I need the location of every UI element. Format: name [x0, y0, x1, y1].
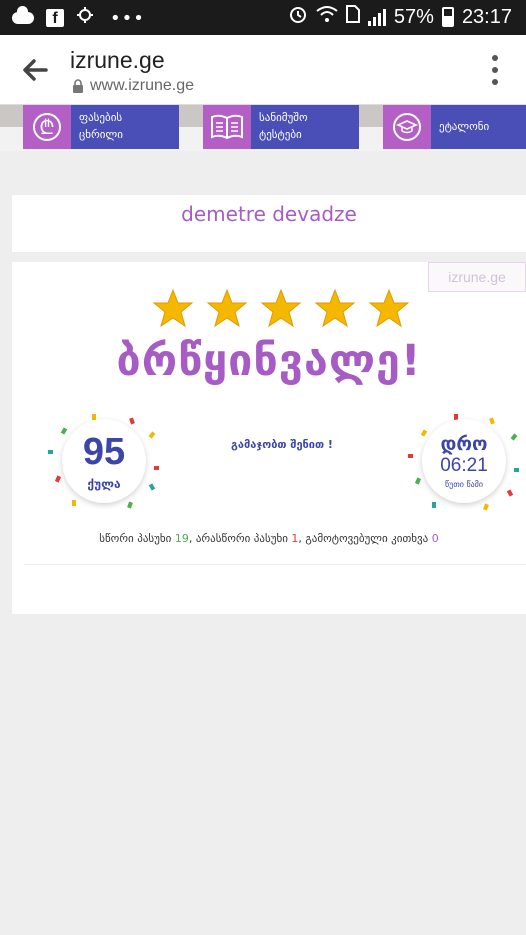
- star-icon: [153, 289, 193, 327]
- congrats-text: გამაჯობთ შენით !: [231, 438, 333, 451]
- nav-item-sample-tests[interactable]: სანიმუშო ტესტები: [203, 105, 359, 149]
- user-card: demetre devadze: [12, 195, 526, 252]
- skipped-label: , გამოტოვებული კითხვა: [298, 532, 429, 545]
- browser-toolbar: izrune.ge www.izrune.ge: [0, 35, 526, 105]
- nav-item-label: ეტალონი: [439, 120, 490, 133]
- nav-item-prices[interactable]: ₾ ფასების ცხრილი: [23, 105, 179, 149]
- star-icon: [369, 289, 409, 327]
- result-headline: ბრწყინვალე!: [116, 336, 422, 386]
- page-title: izrune.ge: [70, 47, 165, 73]
- wrong-label: , არასწორი პასუხი: [188, 532, 288, 545]
- star-icon: [315, 289, 355, 327]
- nav-item-label: ფასების ცხრილი: [79, 111, 123, 141]
- back-arrow-icon: [23, 59, 48, 81]
- signal-icon: [367, 8, 386, 26]
- star-icon: [207, 289, 247, 327]
- sim-icon: [345, 5, 360, 29]
- status-bar: f ••• 57% 23:17: [0, 0, 526, 35]
- skipped-count: 0: [431, 532, 439, 545]
- result-card: izrune.ge ბრწყინვალე! 95 ქულა გამაჯობთ შ…: [12, 262, 526, 614]
- user-name: demetre devadze: [181, 202, 357, 226]
- battery-icon: [441, 7, 454, 27]
- weather-icon: [76, 6, 98, 30]
- back-button[interactable]: [18, 53, 52, 87]
- rating-stars: [153, 289, 409, 327]
- svg-text:₾: ₾: [39, 115, 54, 139]
- score-badge: 95 ქულა: [62, 419, 146, 503]
- overflow-menu-button[interactable]: [490, 55, 500, 85]
- lari-icon: ₾: [23, 105, 71, 149]
- time-value: 06:21: [440, 455, 488, 476]
- url-text[interactable]: www.izrune.ge: [90, 77, 194, 95]
- divider: [24, 564, 526, 565]
- cloud-icon: [12, 6, 34, 24]
- correct-count: 19: [174, 532, 189, 545]
- alarm-icon: [288, 4, 308, 30]
- nav-item-etalon[interactable]: ეტალონი: [383, 105, 526, 149]
- score-unit: ქულა: [87, 477, 121, 491]
- wifi-icon: [316, 5, 338, 29]
- watermark-label: izrune.ge: [428, 262, 526, 292]
- score-value: 95: [82, 431, 126, 473]
- correct-label: სწორი პასუხი: [99, 532, 172, 545]
- menu-dot-icon: [492, 79, 498, 85]
- cap-icon: [383, 105, 431, 149]
- facebook-icon: f: [46, 9, 64, 27]
- star-icon: [261, 289, 301, 327]
- time-unit: წუთი წამი: [445, 480, 483, 489]
- book-icon: [203, 105, 251, 149]
- lock-icon: [73, 79, 83, 93]
- nav-strip: ₾ ფასების ცხრილი სანიმუშო ტესტები ეტალონ…: [0, 105, 526, 151]
- more-icon: •••: [110, 7, 145, 29]
- nav-item-label: სანიმუშო ტესტები: [259, 111, 308, 141]
- answer-summary: სწორი პასუხი 19, არასწორი პასუხი 1, გამო…: [12, 532, 526, 545]
- time-badge: დრო 06:21 წუთი წამი: [422, 419, 506, 503]
- menu-dot-icon: [492, 67, 498, 73]
- time-label: დრო: [440, 433, 488, 455]
- menu-dot-icon: [492, 55, 498, 61]
- clock: 23:17: [461, 5, 512, 28]
- battery-percent: 57%: [393, 5, 434, 28]
